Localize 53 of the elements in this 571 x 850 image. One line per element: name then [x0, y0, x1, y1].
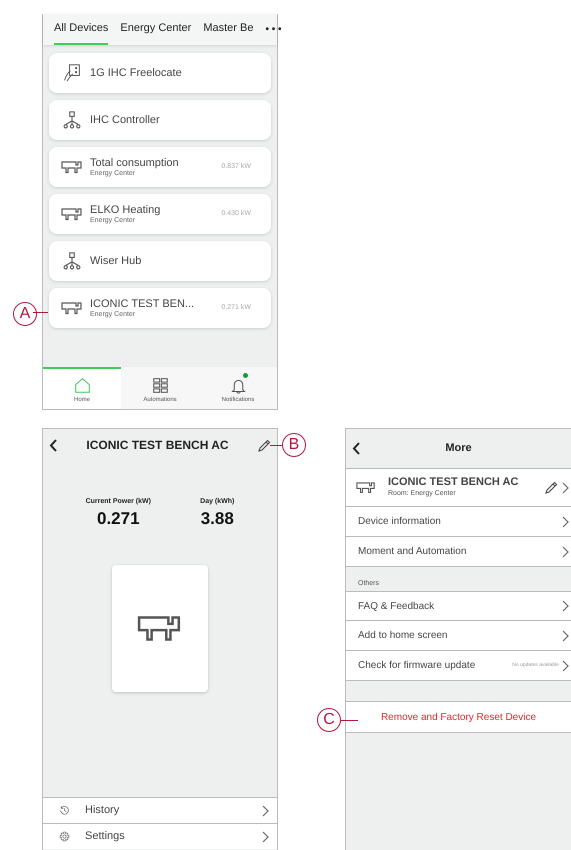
- bell-icon: [230, 377, 246, 394]
- device-card[interactable]: 1G IHC Freelocate: [49, 53, 271, 93]
- home-icon: [74, 377, 90, 394]
- stat-value: 0.271: [96, 508, 140, 529]
- menu-row[interactable]: Add to home screen: [346, 621, 571, 651]
- menu-row[interactable]: Device information: [346, 507, 571, 537]
- chevron-right-icon: [562, 516, 569, 528]
- device-name: Wiser Hub: [90, 256, 142, 266]
- screen-title: ICONIC TEST BENCH AC: [85, 437, 230, 454]
- tab[interactable]: Energy Center: [120, 14, 192, 45]
- chevron-right-icon: [562, 630, 569, 642]
- chevron-right-icon: [262, 830, 269, 842]
- menu-row[interactable]: Settings: [43, 823, 277, 849]
- menu-row[interactable]: Moment and Automation: [346, 537, 571, 567]
- callout-label: B: [282, 433, 306, 457]
- device-card[interactable]: Wiser Hub: [49, 241, 271, 281]
- callout-label: A: [13, 302, 37, 326]
- pencil-icon[interactable]: [545, 481, 558, 494]
- stat-value: 3.88: [200, 508, 234, 529]
- leader-line: [33, 312, 48, 313]
- chevron-right-icon: [562, 600, 569, 612]
- menu-row[interactable]: History: [43, 797, 277, 823]
- hub-icon: [61, 252, 83, 270]
- grid-icon: [152, 377, 168, 394]
- device-name: ELKO Heating: [90, 204, 162, 216]
- back-icon[interactable]: [352, 442, 360, 455]
- more-tabs-button[interactable]: • • •: [265, 22, 282, 37]
- tab[interactable]: Master Be: [203, 14, 254, 45]
- hub-icon: [61, 111, 83, 129]
- chevron-right-icon: [562, 546, 569, 558]
- clock-icon: [59, 805, 70, 816]
- leader-line: [270, 445, 282, 446]
- touch-panel-icon: [61, 64, 83, 82]
- device-card[interactable]: IHC Controller: [49, 100, 271, 140]
- menu-row[interactable]: FAQ & Feedback: [346, 591, 571, 621]
- device-name: 1G IHC Freelocate: [90, 68, 183, 78]
- chevron-right-icon: [562, 660, 569, 672]
- remove-device-button[interactable]: Remove and Factory Reset Device: [346, 701, 571, 733]
- leader-line: [341, 720, 358, 721]
- callout-label: C: [317, 708, 341, 732]
- device-name: ICONIC TEST BENCH AC: [388, 476, 520, 490]
- device-tile[interactable]: [112, 564, 208, 692]
- chevron-right-icon: [262, 804, 269, 816]
- screen-title: More: [444, 441, 473, 456]
- device-name: Total consumption: [90, 158, 180, 168]
- meter-icon: [356, 481, 376, 494]
- device-name: IHC Controller: [90, 114, 161, 126]
- gear-icon: [59, 831, 70, 842]
- pencil-icon[interactable]: [258, 438, 271, 452]
- chevron-right-icon: [562, 482, 569, 494]
- device-name: ICONIC TEST BEN...: [90, 298, 196, 310]
- tab[interactable]: All Devices: [54, 14, 108, 45]
- back-icon[interactable]: [49, 438, 57, 452]
